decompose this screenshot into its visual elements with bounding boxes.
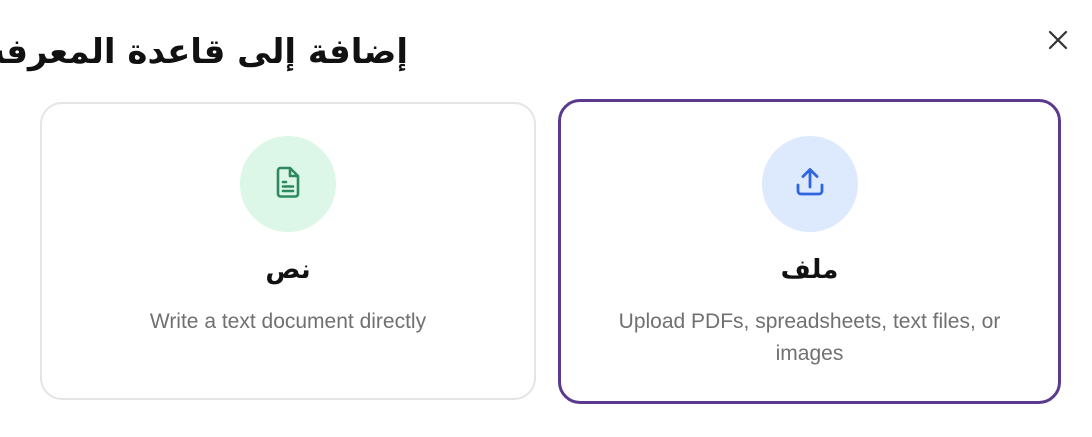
- close-icon: [1047, 29, 1069, 51]
- text-option-description: Write a text document directly: [149, 310, 427, 333]
- text-icon-circle: [240, 136, 336, 232]
- text-option-card[interactable]: نص Write a text document directly: [40, 102, 536, 400]
- upload-icon: [792, 164, 828, 204]
- close-button[interactable]: [1040, 22, 1076, 58]
- dialog-title: إضافة إلى قاعدة المعرفة: [0, 32, 408, 72]
- file-option-card[interactable]: ملف Upload PDFs, spreadsheets, text file…: [558, 99, 1061, 404]
- file-option-title: ملف: [780, 255, 839, 285]
- add-to-knowledge-base-dialog: إضافة إلى قاعدة المعرفة نص Write a text …: [0, 0, 1092, 437]
- text-option-title: نص: [265, 255, 311, 285]
- document-icon: [271, 164, 305, 204]
- file-icon-circle: [761, 136, 858, 232]
- file-option-description: Upload PDFs, spreadsheets, text files, o…: [618, 310, 1001, 365]
